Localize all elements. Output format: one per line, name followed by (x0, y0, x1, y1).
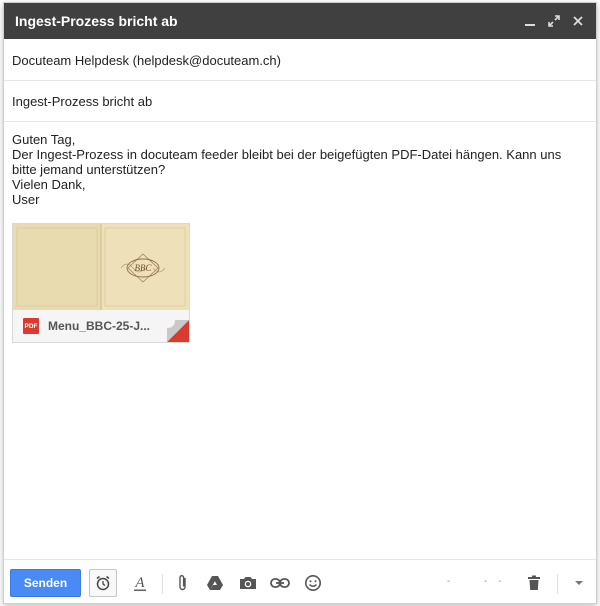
subject-text: Ingest-Prozess bricht ab (12, 94, 153, 109)
camera-icon[interactable] (236, 571, 260, 595)
toolbar-divider (557, 574, 558, 594)
expand-icon[interactable] (542, 9, 566, 33)
toolbar-placeholder: - (447, 576, 455, 587)
text-format-icon[interactable]: A (128, 571, 152, 595)
compose-titlebar[interactable]: Ingest-Prozess bricht ab (4, 3, 596, 39)
body-line: Vielen Dank, (12, 177, 86, 192)
smiley-icon[interactable] (301, 571, 325, 595)
chevron-down-icon[interactable] (567, 571, 591, 595)
subject-field[interactable]: Ingest-Prozess bricht ab (4, 82, 596, 122)
alarm-clock-icon[interactable] (89, 569, 117, 597)
compose-toolbar: Senden A - - - (4, 559, 596, 603)
body-line: Guten Tag, (12, 132, 76, 147)
compose-window: Ingest-Prozess bricht ab Docuteam Helpde… (3, 2, 597, 604)
send-button[interactable]: Senden (10, 569, 81, 597)
pdf-file-icon: PDF (23, 318, 39, 334)
compose-title: Ingest-Prozess bricht ab (15, 13, 178, 29)
attachment-filename: Menu_BBC-25-J... (48, 319, 151, 333)
thumbnail-logo-text: BBC (135, 263, 153, 273)
trash-icon[interactable] (522, 571, 546, 595)
body-line: Der Ingest-Prozess in docuteam feeder bl… (12, 147, 562, 177)
svg-text:A: A (134, 575, 145, 591)
attachment-footer: PDF Menu_BBC-25-J... (13, 310, 189, 342)
toolbar-divider (162, 574, 163, 594)
close-icon[interactable] (566, 9, 590, 33)
paperclip-icon[interactable] (171, 571, 195, 595)
recipients-field[interactable]: Docuteam Helpdesk (helpdesk@docuteam.ch) (4, 41, 596, 81)
page-curl-icon (167, 320, 189, 342)
message-body[interactable]: Guten Tag, Der Ingest-Prozess in docutea… (12, 132, 587, 207)
attachment-thumbnail: BBC (13, 224, 189, 310)
recipient-chip[interactable]: Docuteam Helpdesk (helpdesk@docuteam.ch) (12, 53, 281, 68)
body-line: User (12, 192, 40, 207)
toolbar-placeholder: - - (484, 576, 506, 587)
minimize-icon[interactable] (518, 9, 542, 33)
drive-icon[interactable] (203, 571, 227, 595)
window-controls (518, 9, 596, 33)
link-icon[interactable] (268, 571, 292, 595)
attachment-card[interactable]: BBC PDF Menu_BBC-25-J... (12, 223, 190, 343)
